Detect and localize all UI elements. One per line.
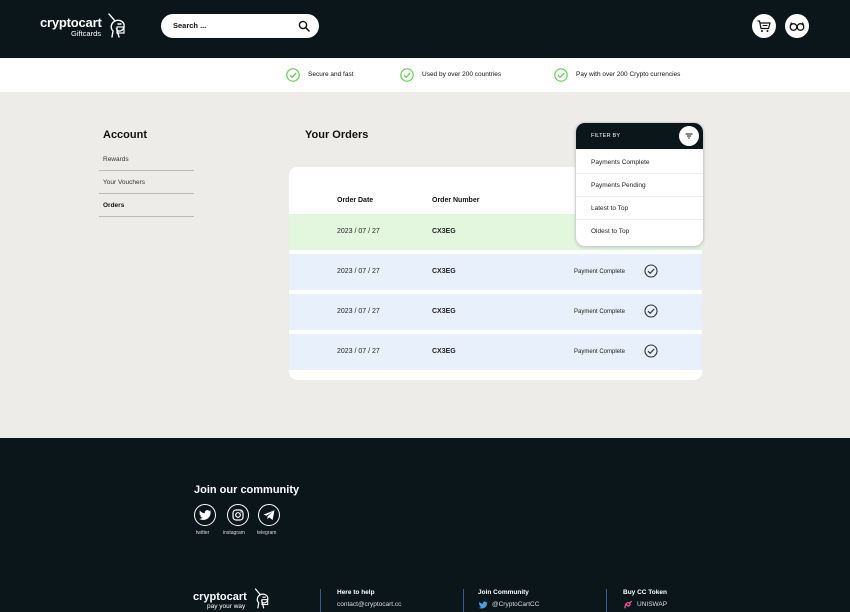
uniswap-link[interactable]: UNISWAP [637,601,667,608]
footer-divider [320,589,321,612]
instagram-link[interactable] [227,504,249,526]
order-date: 2023 / 07 / 27 [337,308,380,315]
instagram-label: instagram [223,530,245,536]
unicorn-icon [254,588,269,609]
check-circle-icon [286,68,300,82]
telegram-label: telegram [257,530,277,536]
filter-option-label: Oldest to Top [591,228,630,235]
order-number: CX3EG [432,268,456,275]
twitter-handle-link[interactable]: @CryptoCartCC [492,601,539,608]
table-row[interactable]: 2023 / 07 / 27 CX3EG Payment Complete [289,254,702,290]
sidebar-item-rewards[interactable]: Rewards [99,148,194,171]
filter-header[interactable]: FILTER BY [576,123,703,149]
check-circle-icon [644,264,658,278]
table-row[interactable]: 2023 / 07 / 27 CX3EG Payment Complete [289,334,702,370]
twitter-icon [478,601,488,609]
check-circle-icon [644,304,658,318]
uniswap-icon [624,600,633,609]
brand-name: cryptocart [40,15,102,30]
brand-subtitle: Giftcards [71,29,102,38]
filter-label: FILTER BY [591,133,621,139]
benefit-label: Secure and fast [308,71,354,78]
cart-button[interactable] [752,14,776,38]
filter-toggle-button[interactable] [679,126,699,146]
filter-option-complete[interactable]: Payments Complete [576,151,703,174]
community-title: Join our community [194,484,300,496]
footer-col-heading: Here to help [337,589,375,596]
contact-email-link[interactable]: contact@cryptocart.cc [337,601,401,608]
telegram-icon [263,510,275,520]
footer-col-heading: Join Community [478,589,529,596]
twitter-link[interactable] [194,504,216,526]
benefit-label: Used by over 200 countries [422,71,502,78]
twitter-icon [199,510,212,520]
search-input[interactable]: Search ... [173,21,206,30]
telegram-link[interactable] [258,504,280,526]
filter-icon [685,133,693,139]
order-number: CX3EG [432,228,456,235]
footer-col-heading: Buy CC Token [623,589,667,596]
filter-option-label: Payments Pending [591,182,646,189]
search-bar[interactable]: Search ... [161,14,319,38]
footer-divider [463,589,464,612]
footer-divider [606,589,607,612]
sidebar-item-orders[interactable]: Orders [99,194,194,217]
glasses-icon [789,22,805,31]
order-status: Payment Complete [574,269,626,275]
footer-tagline: pay your way [207,603,246,610]
footer-brand-name: cryptocart [193,591,247,603]
sidebar-item-label: Your Vouchers [103,179,146,186]
benefit-label: Pay with over 200 Crypto currencies [576,71,681,78]
top-header: cryptocart Giftcards Search ... [0,0,850,58]
order-number: CX3EG [432,308,456,315]
column-header-number: Order Number [432,197,480,204]
filter-option-oldest[interactable]: Oldest to Top [576,220,703,243]
check-circle-icon [644,344,658,358]
sidebar-item-label: Orders [103,202,125,209]
order-status: Payment Complete [574,349,626,355]
filter-dropdown: FILTER BY Payments Complete Payments Pen… [575,122,704,247]
sidebar-item-label: Rewards [103,156,129,163]
check-circle-icon [400,68,414,82]
unicorn-icon [108,13,125,38]
order-date: 2023 / 07 / 27 [337,348,380,355]
table-row[interactable]: 2023 / 07 / 27 CX3EG Payment Complete [289,294,702,330]
check-circle-icon [554,68,568,82]
page-title: Your Orders [305,129,369,141]
sidebar-item-vouchers[interactable]: Your Vouchers [99,171,194,194]
cart-icon [757,20,771,32]
filter-option-label: Payments Complete [591,159,650,166]
account-title: Account [103,129,147,141]
filter-option-label: Latest to Top [591,205,629,212]
order-status: Payment Complete [574,309,626,315]
search-icon[interactable] [298,20,310,32]
twitter-label: twitter [196,530,210,536]
order-date: 2023 / 07 / 27 [337,228,380,235]
account-button[interactable] [785,14,809,38]
column-header-date: Order Date [337,197,374,204]
filter-option-latest[interactable]: Latest to Top [576,197,703,220]
benefits-bar: Secure and fast Used by over 200 countri… [0,58,850,92]
order-number: CX3EG [432,348,456,355]
order-date: 2023 / 07 / 27 [337,268,380,275]
filter-option-pending[interactable]: Payments Pending [576,174,703,197]
instagram-icon [232,509,244,521]
site-footer: Join our community twitter instagram tel… [0,438,850,612]
